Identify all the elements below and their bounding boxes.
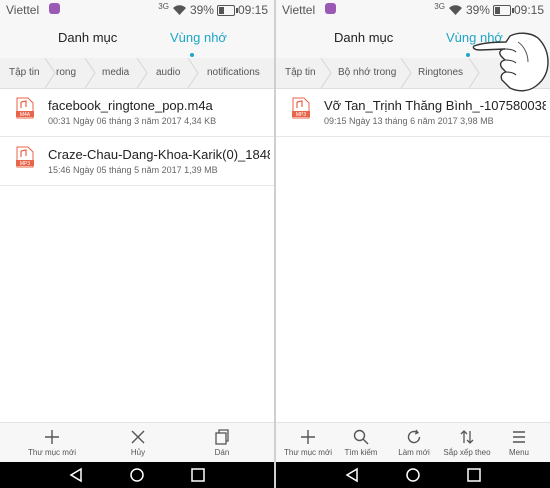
pointing-hand-icon — [472, 32, 549, 92]
bottom-toolbar: Thư mục mới Tìm kiếm Làm mới Sắp xếp the… — [276, 422, 550, 463]
tab-danh-muc[interactable]: Danh mục — [58, 30, 117, 45]
file-type-badge: MP3 — [20, 161, 31, 167]
wifi-icon — [448, 5, 462, 15]
breadcrumb-item[interactable]: Tập tin — [285, 67, 316, 78]
breadcrumb-item[interactable]: Ringtones — [418, 67, 463, 78]
file-meta: 15:46 Ngày 05 tháng 5 năm 2017 1,39 MB — [48, 165, 218, 175]
active-tab-indicator — [190, 53, 194, 57]
search-label: Tìm kiếm — [344, 448, 378, 457]
home-icon[interactable] — [405, 467, 421, 483]
message-notification-icon — [49, 3, 60, 14]
file-row[interactable]: M4A facebook_ringtone_pop.m4a 00:31 Ngày… — [0, 88, 274, 137]
file-row[interactable]: MP3 Craze-Chau-Dang-Khoa-Karik(0)_184881… — [0, 137, 274, 186]
paste-button[interactable]: Dán — [192, 429, 252, 457]
search-icon — [353, 429, 369, 445]
battery-percent: 39% — [465, 3, 490, 17]
back-icon[interactable] — [344, 467, 360, 483]
battery-percent: 39% — [189, 3, 214, 17]
cancel-button[interactable]: Hủy — [108, 429, 168, 457]
menu-button[interactable]: Menu — [489, 429, 549, 457]
new-folder-label: Thư mục mới — [28, 448, 76, 457]
menu-label: Menu — [508, 448, 529, 457]
breadcrumb-item[interactable]: rong — [56, 67, 76, 78]
sort-label: Sắp xếp theo — [443, 448, 491, 457]
breadcrumb-item[interactable]: notifications — [207, 67, 260, 78]
file-list: M4A facebook_ringtone_pop.m4a 00:31 Ngày… — [0, 88, 274, 186]
battery-icon — [216, 4, 238, 16]
chevron-right-icon — [84, 58, 96, 88]
new-folder-label: Thư mục mới — [284, 448, 332, 457]
network-label: 3G — [434, 1, 445, 11]
breadcrumb-item[interactable]: audio — [156, 67, 180, 78]
carrier-label: Viettel — [6, 3, 40, 17]
paste-label: Dán — [214, 448, 230, 457]
plus-icon — [301, 430, 315, 444]
file-meta: 00:31 Ngày 06 tháng 3 năm 2017 4,34 KB — [48, 116, 217, 126]
chevron-right-icon — [320, 58, 332, 88]
file-name: facebook_ringtone_pop.m4a — [48, 98, 213, 113]
navigation-bar — [276, 462, 550, 488]
bottom-toolbar: Thư mục mới Hủy Dán — [0, 422, 274, 463]
audio-file-icon: MP3 — [16, 146, 34, 168]
recent-apps-icon[interactable] — [190, 467, 206, 483]
status-bar: Viettel 3G 39% 09:15 — [0, 0, 274, 20]
breadcrumb: Tập tin rong media audio notifications — [0, 58, 274, 89]
status-bar: Viettel 3G 39% 09:15 — [276, 0, 550, 20]
new-folder-button[interactable]: Thư mục mới — [22, 429, 82, 457]
file-name: Craze-Chau-Dang-Khoa-Karik(0)_184881812.… — [48, 147, 270, 162]
audio-file-icon: MP3 — [292, 97, 310, 119]
new-folder-button[interactable]: Thư mục mới — [278, 429, 338, 457]
search-button[interactable]: Tìm kiếm — [331, 429, 391, 457]
active-tab-indicator — [466, 53, 470, 57]
tab-vung-nho[interactable]: Vùng nhớ — [170, 30, 227, 45]
cancel-label: Hủy — [130, 448, 146, 457]
chevron-right-icon — [187, 58, 199, 88]
tab-bar: Danh mục Vùng nhớ — [0, 20, 274, 58]
sort-icon — [460, 430, 474, 444]
file-meta: 09:15 Ngày 13 tháng 6 năm 2017 3,98 MB — [324, 116, 494, 126]
file-row[interactable]: MP3 Vỡ Tan_Trịnh Thăng Bình_-1075800389.… — [276, 88, 550, 137]
menu-icon — [513, 431, 525, 443]
wifi-icon — [172, 5, 186, 15]
close-icon — [131, 430, 145, 444]
home-icon[interactable] — [129, 467, 145, 483]
clock: 09:15 — [513, 3, 544, 17]
message-notification-icon — [325, 3, 336, 14]
paste-icon — [215, 429, 229, 445]
recent-apps-icon[interactable] — [466, 467, 482, 483]
clock: 09:15 — [237, 3, 268, 17]
breadcrumb-item[interactable]: media — [102, 67, 129, 78]
chevron-right-icon — [44, 58, 56, 88]
network-label: 3G — [158, 1, 169, 11]
audio-file-icon: M4A — [16, 97, 34, 119]
file-name: Vỡ Tan_Trịnh Thăng Bình_-1075800389.mp3 — [324, 98, 546, 113]
file-type-badge: MP3 — [296, 112, 307, 118]
navigation-bar — [0, 462, 274, 488]
breadcrumb-item[interactable]: Tập tin — [9, 67, 40, 78]
refresh-icon — [407, 429, 421, 444]
refresh-label: Làm mới — [398, 448, 430, 457]
chevron-right-icon — [400, 58, 412, 88]
left-screen: Viettel 3G 39% 09:15 Danh mục Vùng nhớ T… — [0, 0, 274, 488]
back-icon[interactable] — [68, 467, 84, 483]
file-list: MP3 Vỡ Tan_Trịnh Thăng Bình_-1075800389.… — [276, 88, 550, 137]
sort-button[interactable]: Sắp xếp theo — [437, 429, 497, 457]
battery-icon — [492, 4, 514, 16]
breadcrumb-item[interactable]: Bộ nhớ trong — [338, 67, 396, 78]
file-type-badge: M4A — [20, 112, 31, 118]
tab-danh-muc[interactable]: Danh mục — [334, 30, 393, 45]
plus-icon — [45, 430, 59, 444]
carrier-label: Viettel — [282, 3, 316, 17]
refresh-button[interactable]: Làm mới — [384, 429, 444, 457]
chevron-right-icon — [136, 58, 148, 88]
